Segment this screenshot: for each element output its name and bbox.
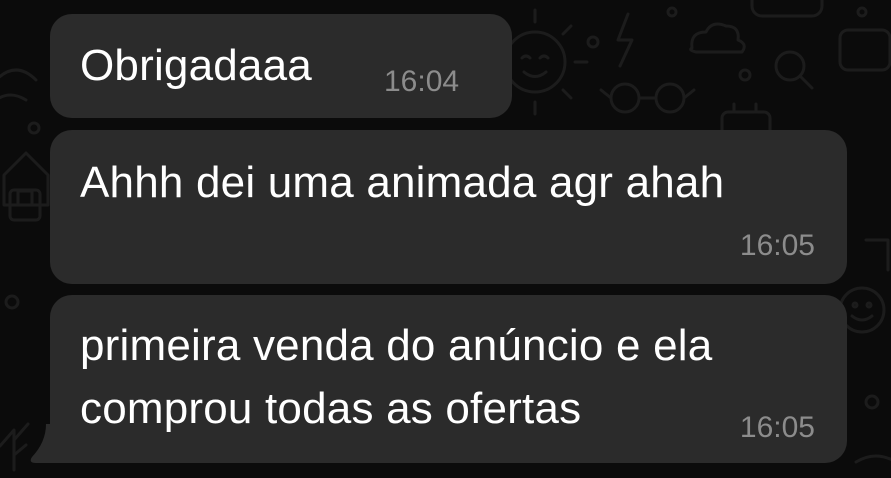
message-timestamp: 16:04: [384, 65, 460, 98]
message-bubble-incoming[interactable]: Obrigadaaa 16:04: [50, 14, 512, 118]
message-timestamp: 16:05: [739, 229, 815, 262]
tree-doodle-icon: [0, 422, 30, 472]
glasses-doodle-icon: [599, 82, 696, 114]
magnifier-doodle-icon: [774, 50, 814, 90]
message-text: Ahhh dei uma animada agr ahah: [80, 158, 725, 207]
message-bubble-incoming[interactable]: primeira venda do anúncio e ela comprou …: [50, 295, 847, 463]
message-text: Obrigadaaa: [80, 41, 312, 90]
message-text-line-2: comprou todas as ofertas: [80, 384, 582, 433]
cloud-doodle-icon: [689, 22, 746, 54]
message-text-line-1: primeira venda do anúncio e ela: [80, 321, 713, 370]
message-bubble-incoming[interactable]: Ahhh dei uma animada agr ahah 16:05: [50, 130, 847, 284]
message-timestamp: 16:05: [739, 411, 815, 444]
bubble-tail: [30, 424, 56, 463]
lightning-doodle-icon: [616, 12, 634, 68]
